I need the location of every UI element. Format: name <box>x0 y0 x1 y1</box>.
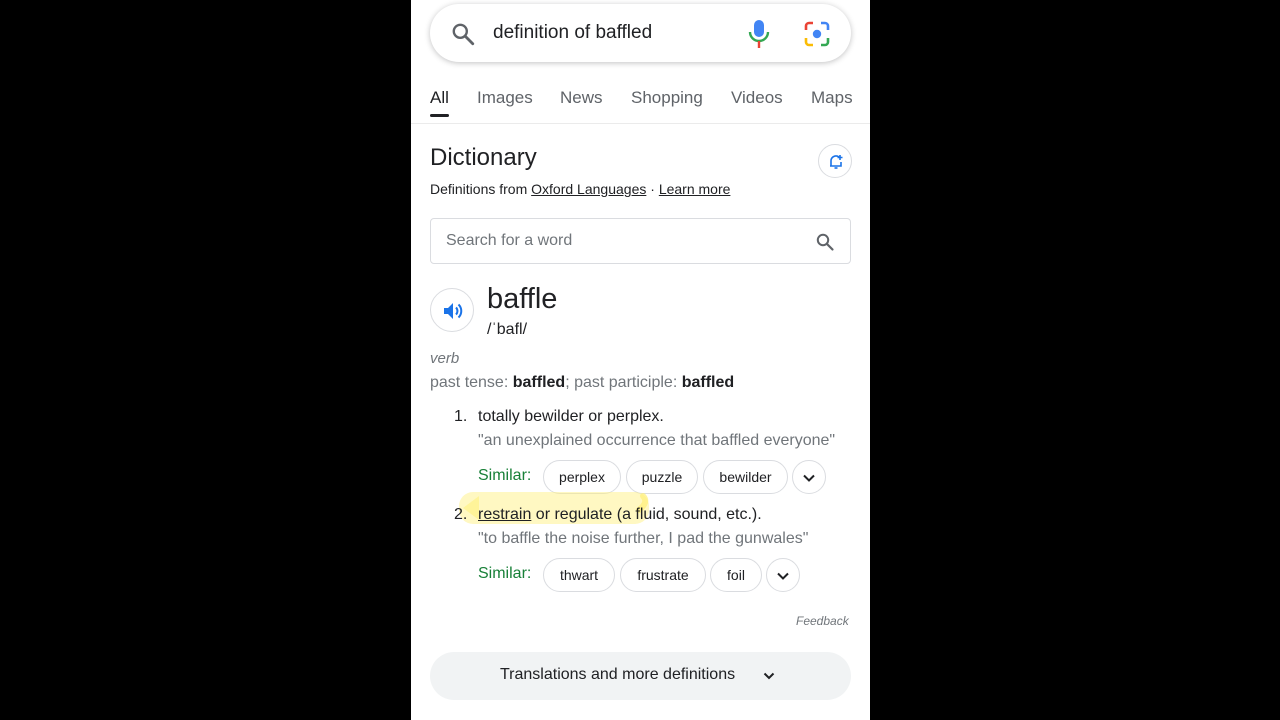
microphone-icon[interactable] <box>748 19 770 49</box>
restrain-link[interactable]: restrain <box>478 506 531 523</box>
sense-definition: restrain or regulate (a fluid, sound, et… <box>478 506 762 524</box>
similar-chip-bewilder[interactable]: bewilder <box>703 460 788 494</box>
search-bar[interactable]: definition of baffled <box>430 4 851 62</box>
chevron-down-icon <box>763 672 775 680</box>
search-query[interactable]: definition of baffled <box>493 22 652 44</box>
tab-images[interactable]: Images <box>477 88 533 108</box>
search-icon[interactable] <box>815 232 835 252</box>
translations-more-button[interactable]: Translations and more definitions <box>430 652 851 700</box>
forms-separator: ; <box>565 374 570 391</box>
past-participle: baffled <box>681 374 735 391</box>
sense-number: 2. <box>454 506 468 523</box>
sense-definition-rest: or regulate (a fluid, sound, etc.). <box>531 506 762 523</box>
tab-all[interactable]: All <box>430 88 449 117</box>
speaker-icon <box>444 303 463 319</box>
tab-videos[interactable]: Videos <box>731 88 783 108</box>
feedback-link[interactable]: Feedback <box>796 614 849 628</box>
bell-plus-icon <box>830 155 843 169</box>
separator: · <box>650 181 655 197</box>
dictionary-title: Dictionary <box>430 144 537 171</box>
word-search-placeholder: Search for a word <box>446 232 573 249</box>
word-forms: past tense: baffled; past participle: ba… <box>430 374 734 392</box>
more-similar-button[interactable] <box>766 558 800 592</box>
similar-label: Similar: <box>478 565 532 582</box>
sense-example: "to baffle the noise further, I pad the … <box>478 530 809 547</box>
defs-from-prefix: Definitions from <box>430 181 528 197</box>
oxford-languages-link[interactable]: Oxford Languages <box>531 181 646 197</box>
tab-news[interactable]: News <box>560 88 603 108</box>
past-tense: baffled <box>512 374 566 391</box>
definitions-source: Definitions from Oxford Languages · Lear… <box>430 181 730 197</box>
learn-more-link[interactable]: Learn more <box>659 181 731 197</box>
tab-shopping[interactable]: Shopping <box>631 88 703 108</box>
tab-maps[interactable]: Maps <box>811 88 853 108</box>
similar-chip-thwart[interactable]: thwart <box>543 558 615 592</box>
part-of-speech: verb <box>430 350 460 367</box>
past-tense-label: past tense: <box>430 374 509 391</box>
follow-button[interactable] <box>818 144 852 178</box>
sense-number: 1. <box>454 408 468 425</box>
phonetic: /ˈbafl/ <box>487 321 528 338</box>
lens-icon[interactable] <box>803 20 831 48</box>
headword: baffle <box>487 283 558 315</box>
word-search-input[interactable]: Search for a word <box>430 218 851 264</box>
more-similar-button[interactable] <box>792 460 826 494</box>
similar-chip-foil[interactable]: foil <box>710 558 762 592</box>
chevron-down-icon <box>777 572 789 580</box>
chevron-down-icon <box>803 474 815 482</box>
sense-example: "an unexplained occurrence that baffled … <box>478 432 836 449</box>
past-participle-label: past participle: <box>574 374 678 391</box>
phone-screen: definition of baffled All Images News Sh… <box>411 0 870 720</box>
pronunciation-button[interactable] <box>430 288 474 332</box>
search-tabs: All Images News Shopping Videos Maps <box>411 84 870 124</box>
similar-chip-frustrate[interactable]: frustrate <box>620 558 706 592</box>
similar-chip-perplex[interactable]: perplex <box>543 460 621 494</box>
similar-chip-puzzle[interactable]: puzzle <box>626 460 698 494</box>
similar-label: Similar: <box>478 467 532 484</box>
translations-more-label: Translations and more definitions <box>500 666 736 683</box>
sense-definition: totally bewilder or perplex. <box>478 408 664 425</box>
search-icon[interactable] <box>450 21 476 47</box>
